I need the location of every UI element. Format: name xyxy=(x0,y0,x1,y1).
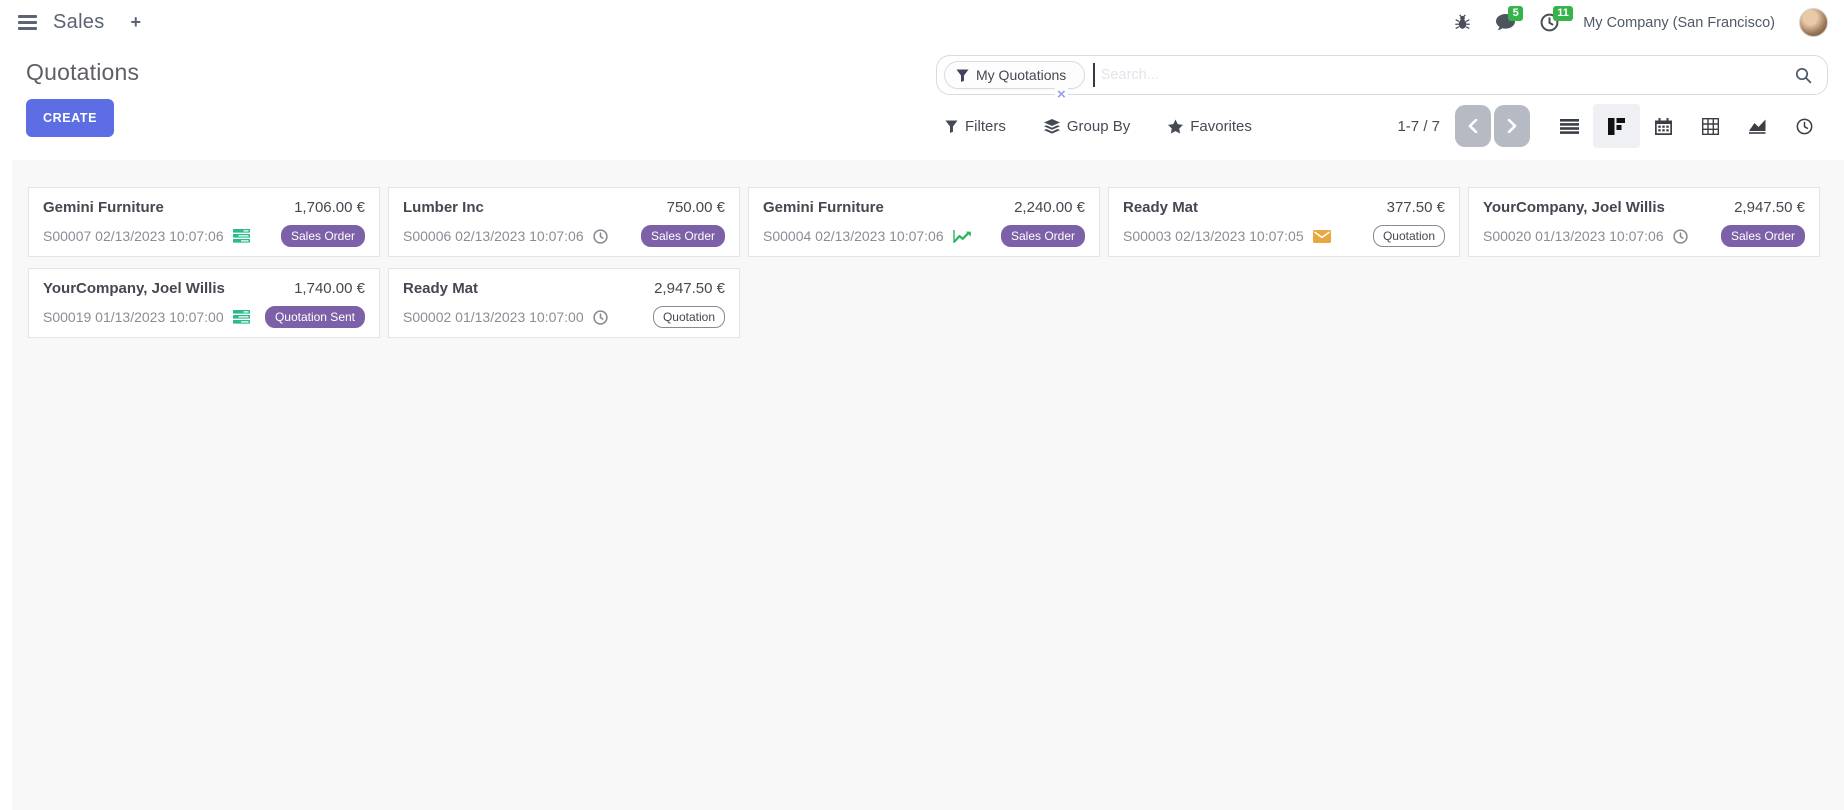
group-by-button[interactable]: Group By xyxy=(1044,118,1130,135)
list-view-icon xyxy=(1560,119,1579,134)
clock-activity-icon[interactable] xyxy=(593,310,608,325)
card-amount: 1,740.00 € xyxy=(294,280,365,297)
status-badge: Sales Order xyxy=(1721,225,1805,247)
card-customer: Ready Mat xyxy=(1123,199,1198,216)
status-badge: Quotation xyxy=(1373,225,1445,247)
tasks-activity-icon[interactable] xyxy=(233,229,250,243)
card-reference: S00006 02/13/2023 10:07:06 xyxy=(403,228,584,244)
apps-menu-icon[interactable] xyxy=(16,11,39,34)
card-reference: S00004 02/13/2023 10:07:06 xyxy=(763,228,944,244)
quotation-card[interactable]: YourCompany, Joel Willis 2,947.50 € S000… xyxy=(1468,187,1820,257)
card-reference: S00019 01/13/2023 10:07:00 xyxy=(43,309,224,325)
quotation-card[interactable]: Ready Mat 2,947.50 € S00002 01/13/2023 1… xyxy=(388,268,740,338)
status-badge: Sales Order xyxy=(281,225,365,247)
card-reference: S00020 01/13/2023 10:07:06 xyxy=(1483,228,1664,244)
messages-count-badge: 5 xyxy=(1508,6,1523,21)
list-view-button[interactable] xyxy=(1546,104,1593,148)
tasks-activity-icon[interactable] xyxy=(233,310,250,324)
app-title[interactable]: Sales xyxy=(53,11,105,34)
card-reference: S00007 02/13/2023 10:07:06 xyxy=(43,228,224,244)
filter-icon xyxy=(945,120,958,133)
quotation-card[interactable]: Gemini Furniture 1,706.00 € S00007 02/13… xyxy=(28,187,380,257)
debug-bug-icon[interactable] xyxy=(1454,14,1471,31)
card-customer: Gemini Furniture xyxy=(43,199,164,216)
search-facet: My Quotations xyxy=(944,61,1085,89)
search-input[interactable] xyxy=(1095,67,1795,83)
card-amount: 1,706.00 € xyxy=(294,199,365,216)
calendar-view-button[interactable] xyxy=(1640,104,1687,148)
company-switcher[interactable]: My Company (San Francisco) xyxy=(1583,15,1775,31)
card-amount: 2,947.50 € xyxy=(1734,199,1805,216)
card-amount: 2,947.50 € xyxy=(654,280,725,297)
card-amount: 2,240.00 € xyxy=(1014,199,1085,216)
chevron-left-icon xyxy=(1468,119,1478,133)
pager-next-button[interactable] xyxy=(1494,105,1530,147)
card-amount: 750.00 € xyxy=(667,199,725,216)
card-customer: Lumber Inc xyxy=(403,199,484,216)
pivot-view-icon xyxy=(1702,118,1719,135)
card-customer: YourCompany, Joel Willis xyxy=(43,280,225,297)
quotation-card[interactable]: Gemini Furniture 2,240.00 € S00004 02/13… xyxy=(748,187,1100,257)
top-navbar: Sales + 5 11 My Company (San Francisco) xyxy=(0,0,1844,45)
create-button[interactable]: CREATE xyxy=(26,99,114,137)
filter-funnel-icon xyxy=(956,69,969,82)
card-customer: Ready Mat xyxy=(403,280,478,297)
pivot-view-button[interactable] xyxy=(1687,104,1734,148)
kanban-view-icon xyxy=(1608,118,1625,135)
status-badge: Quotation Sent xyxy=(265,306,365,328)
remove-facet-icon[interactable]: × xyxy=(1055,88,1068,102)
filters-button[interactable]: Filters xyxy=(945,118,1006,135)
pager-previous-button[interactable] xyxy=(1455,105,1491,147)
card-customer: YourCompany, Joel Willis xyxy=(1483,199,1665,216)
activities-icon[interactable]: 11 xyxy=(1540,13,1559,32)
card-amount: 377.50 € xyxy=(1387,199,1445,216)
quotation-card[interactable]: Ready Mat 377.50 € S00003 02/13/2023 10:… xyxy=(1108,187,1460,257)
new-window-button[interactable]: + xyxy=(131,12,142,33)
chart-activity-icon[interactable] xyxy=(953,229,972,244)
activities-count-badge: 11 xyxy=(1553,6,1573,21)
group-by-label: Group By xyxy=(1067,118,1130,135)
search-bar: My Quotations × xyxy=(936,55,1828,95)
favorites-button[interactable]: Favorites xyxy=(1168,118,1252,135)
activity-view-button[interactable] xyxy=(1781,104,1828,148)
search-icon[interactable] xyxy=(1795,67,1812,84)
activity-view-icon xyxy=(1796,118,1813,135)
envelope-activity-icon[interactable] xyxy=(1313,230,1331,243)
clock-activity-icon[interactable] xyxy=(1673,229,1688,244)
search-facet-label: My Quotations xyxy=(976,67,1066,83)
graph-view-button[interactable] xyxy=(1734,104,1781,148)
status-badge: Sales Order xyxy=(641,225,725,247)
page-title: Quotations xyxy=(26,59,936,86)
kanban-board: Gemini Furniture 1,706.00 € S00007 02/13… xyxy=(12,160,1844,810)
card-customer: Gemini Furniture xyxy=(763,199,884,216)
clock-activity-icon[interactable] xyxy=(593,229,608,244)
messages-icon[interactable]: 5 xyxy=(1495,13,1516,32)
quotation-card[interactable]: YourCompany, Joel Willis 1,740.00 € S000… xyxy=(28,268,380,338)
card-reference: S00003 02/13/2023 10:07:05 xyxy=(1123,228,1304,244)
status-badge: Quotation xyxy=(653,306,725,328)
pager-range[interactable]: 1-7 / 7 xyxy=(1397,118,1440,135)
star-icon xyxy=(1168,119,1183,134)
view-switcher xyxy=(1546,104,1828,148)
kanban-view-button[interactable] xyxy=(1593,104,1640,148)
filters-label: Filters xyxy=(965,118,1006,135)
calendar-view-icon xyxy=(1655,118,1672,135)
graph-view-icon xyxy=(1748,118,1767,134)
quotation-card[interactable]: Lumber Inc 750.00 € S00006 02/13/2023 10… xyxy=(388,187,740,257)
status-badge: Sales Order xyxy=(1001,225,1085,247)
favorites-label: Favorites xyxy=(1190,118,1252,135)
chevron-right-icon xyxy=(1507,119,1517,133)
control-panel: Quotations CREATE My Quotations × Filter… xyxy=(0,45,1844,160)
layers-icon xyxy=(1044,119,1060,134)
card-reference: S00002 01/13/2023 10:07:00 xyxy=(403,309,584,325)
user-avatar[interactable] xyxy=(1799,8,1828,37)
